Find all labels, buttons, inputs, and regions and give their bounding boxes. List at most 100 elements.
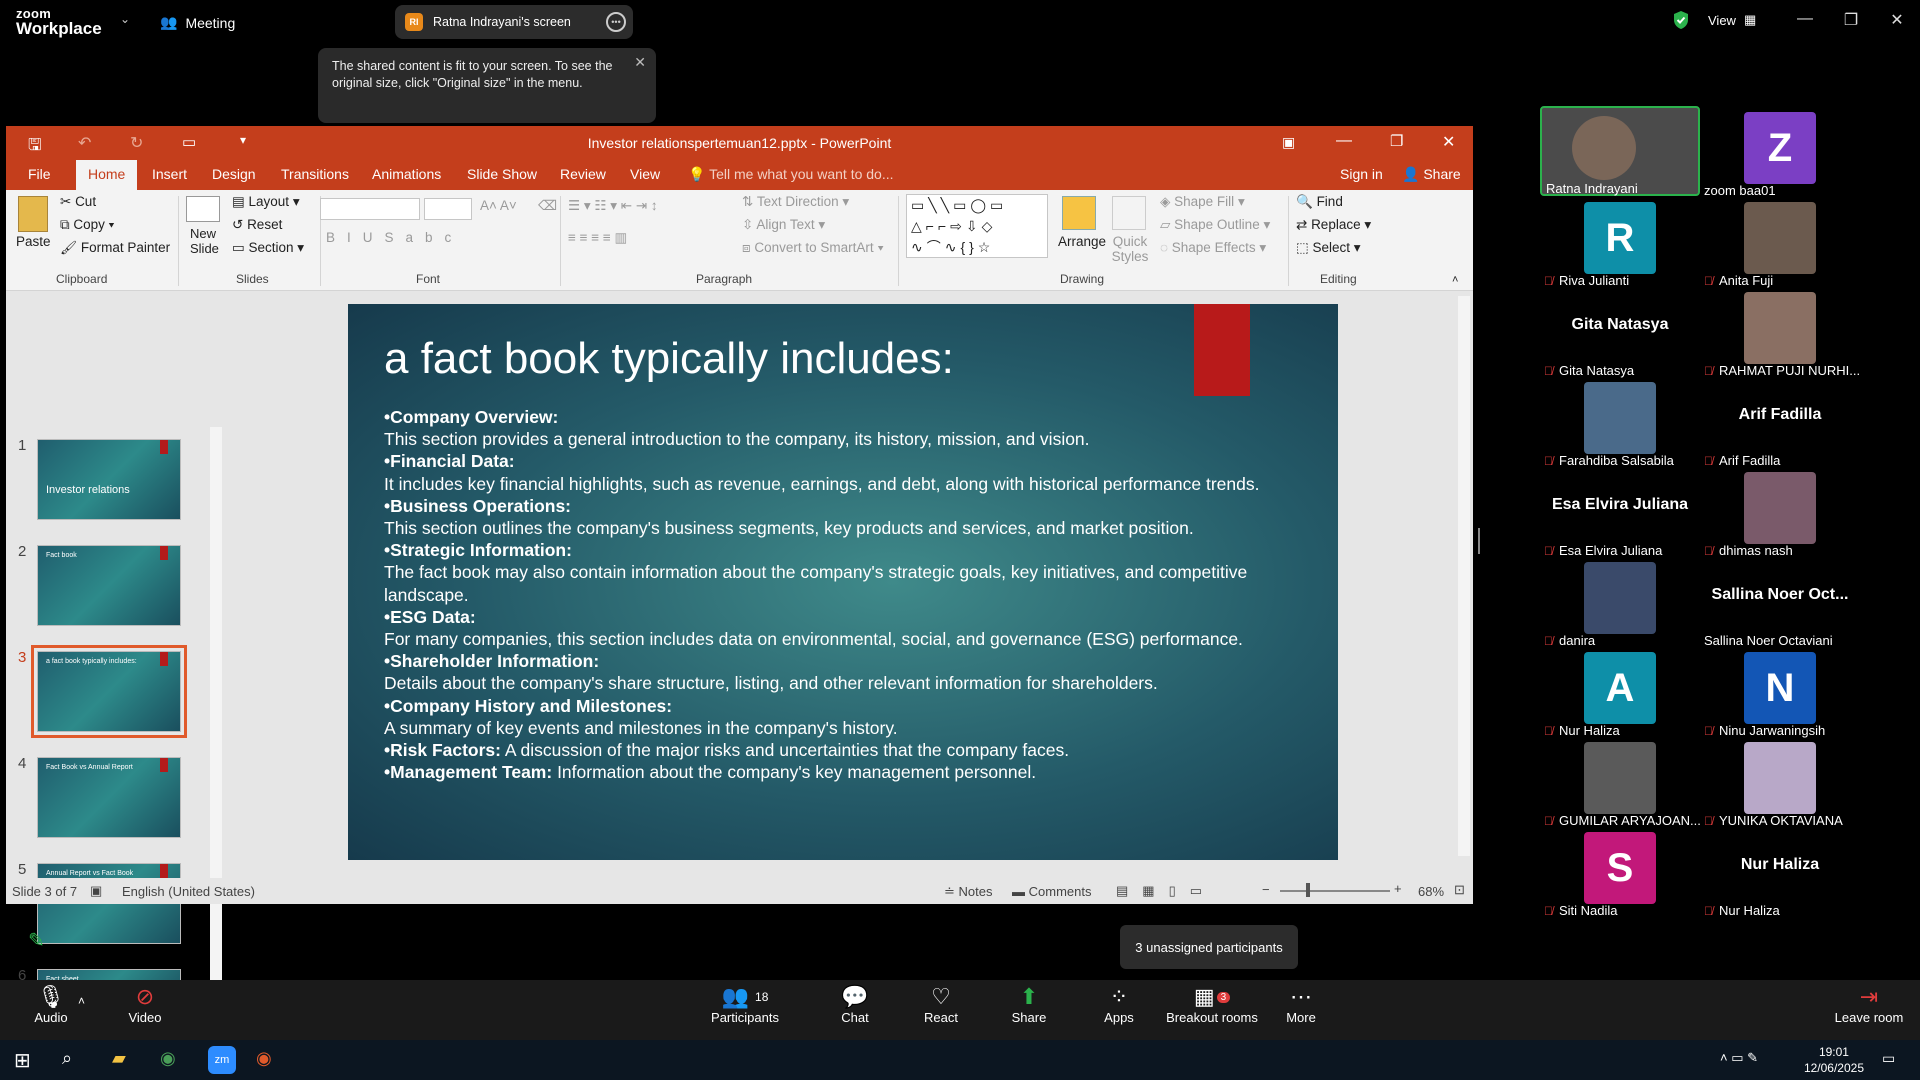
participant-tile[interactable]: 🎙̸ dhimas nash — [1700, 466, 1860, 558]
participant-tile[interactable]: R 🎙̸ Riva Julianti — [1540, 196, 1700, 288]
unassigned-participants-notice[interactable]: 3 unassigned participants — [1120, 925, 1298, 969]
windows-start-icon[interactable]: ⊞ — [14, 1048, 31, 1073]
find-button[interactable]: 🔍 Find — [1296, 194, 1343, 210]
participant-tile[interactable]: Zzoom baa01 — [1700, 106, 1860, 198]
tab-home[interactable]: Home — [76, 160, 138, 190]
participant-tile[interactable]: Gita Natasya 🎙̸ Gita Natasya — [1540, 286, 1700, 378]
layout-button[interactable]: ▤ Layout ▾ — [232, 194, 300, 210]
zoom-level[interactable]: 68% — [1418, 884, 1444, 899]
slide-title[interactable]: a fact book typically includes: — [384, 334, 954, 384]
breakout-rooms-button[interactable]: ▦ 3 Breakout rooms — [1164, 984, 1260, 1025]
shield-icon[interactable] — [1672, 10, 1690, 30]
reset-button[interactable]: ↺ Reset — [232, 217, 282, 233]
participant-tile[interactable]: 🎙̸ YUNIKA OKTAVIANA — [1700, 736, 1860, 828]
replace-button[interactable]: ⇄ Replace ▾ — [1296, 217, 1371, 233]
close-icon[interactable]: ✕ — [1882, 10, 1912, 30]
arrange-icon[interactable] — [1062, 196, 1096, 230]
search-icon[interactable]: ⌕ — [62, 1048, 72, 1069]
shapes-gallery[interactable]: ▭╲╲▭◯▭ △⌐⌐⇨⇩◇ ∿⌒∿{}☆ — [906, 194, 1048, 258]
bullets-icon[interactable]: ☰ ▾ ☷ ▾ ⇤ ⇥ ↕ — [568, 198, 658, 214]
shape-outline-button[interactable]: ▱ Shape Outline ▾ — [1160, 217, 1270, 233]
chat-button[interactable]: 💬 Chat — [810, 984, 900, 1025]
shape-fill-button[interactable]: ◈ Shape Fill ▾ — [1160, 194, 1245, 210]
system-clock[interactable]: 19:01 12/06/2025 — [1804, 1044, 1864, 1076]
format-painter-button[interactable]: 🖌 Format Painter — [60, 240, 170, 256]
tab-review[interactable]: Review — [560, 166, 606, 182]
tray-icons[interactable]: ˄ ▭ ✎ — [1720, 1050, 1758, 1066]
chevron-up-icon[interactable]: ˄ — [78, 994, 85, 1008]
tab-design[interactable]: Design — [212, 166, 256, 182]
participants-button[interactable]: 👥 18 Participants — [700, 984, 790, 1025]
chrome-icon[interactable]: ◉ — [256, 1048, 272, 1069]
tab-view[interactable]: View — [630, 166, 660, 182]
file-explorer-icon[interactable]: ▰ — [112, 1048, 126, 1069]
tab-transitions[interactable]: Transitions — [281, 166, 349, 182]
clear-formatting-icon[interactable]: ⌫ — [538, 198, 557, 214]
zoom-slider-thumb[interactable] — [1306, 883, 1310, 897]
chrome-icon[interactable]: ◉ — [160, 1048, 176, 1069]
ribbon-display-icon[interactable]: ▣ — [1282, 134, 1295, 151]
thumbnail-scrollbar[interactable] — [210, 427, 222, 1003]
slide-thumbnail-2[interactable]: Fact book — [37, 545, 181, 626]
align-text-button[interactable]: ⇳ Align Text ▾ — [742, 217, 825, 233]
zoom-in-icon[interactable]: + — [1394, 881, 1402, 896]
spellcheck-icon[interactable]: ▣ — [90, 883, 102, 899]
participant-tile[interactable]: S 🎙̸ Siti Nadila — [1540, 826, 1700, 918]
participant-tile[interactable]: Arif Fadilla 🎙̸ Arif Fadilla — [1700, 376, 1860, 468]
arrange-button[interactable]: Arrange — [1058, 234, 1106, 249]
slide-thumbnail-3[interactable]: a fact book typically includes: — [31, 645, 187, 738]
paste-button[interactable]: Paste — [16, 234, 51, 249]
font-name-select[interactable] — [320, 198, 420, 220]
participant-tile[interactable]: 🎙̸ Anita Fuji — [1700, 196, 1860, 288]
participant-tile[interactable]: A 🎙̸ Nur Haliza — [1540, 646, 1700, 738]
convert-smartart-button[interactable]: ⧈ Convert to SmartArt ▾ — [742, 240, 884, 256]
text-direction-button[interactable]: ⇅ Text Direction ▾ — [742, 194, 849, 210]
view-button[interactable]: View ▦ — [1708, 12, 1756, 28]
copy-button[interactable]: ⧉ Copy ▾ — [60, 217, 114, 233]
view-buttons[interactable]: ▤▦▯▭ — [1116, 883, 1216, 899]
quick-styles-icon[interactable] — [1112, 196, 1146, 230]
video-button[interactable]: ⊘ Video — [100, 984, 190, 1025]
shape-effects-button[interactable]: ◌ Shape Effects ▾ — [1160, 240, 1266, 256]
leave-room-button[interactable]: ⇥ Leave room — [1824, 984, 1914, 1025]
tab-animations[interactable]: Animations — [372, 166, 441, 182]
paste-icon[interactable] — [18, 196, 48, 232]
grow-font-icon[interactable]: A˄ A˅ — [480, 198, 517, 213]
minimize-icon[interactable]: — — [1336, 132, 1352, 150]
language-status[interactable]: English (United States) — [122, 884, 255, 899]
react-button[interactable]: ♡ React — [896, 984, 986, 1025]
participant-tile[interactable]: 🎙̸ GUMILAR ARYAJOAN... — [1540, 736, 1701, 828]
close-icon[interactable]: ✕ — [1442, 132, 1455, 152]
notification-icon[interactable]: ▭ — [1882, 1050, 1895, 1067]
participant-tile[interactable]: Ratna Indrayani — [1540, 106, 1700, 196]
font-size-select[interactable] — [424, 198, 472, 220]
font-style-buttons[interactable]: BIUSabc — [326, 230, 463, 245]
tell-me-box[interactable]: 💡 Tell me what you want to do... — [688, 166, 894, 183]
slide-canvas[interactable]: a fact book typically includes: •Company… — [348, 304, 1338, 860]
tab-insert[interactable]: Insert — [152, 166, 187, 182]
quick-styles-button[interactable]: Quick Styles — [1110, 234, 1150, 264]
tab-slide-show[interactable]: Slide Show — [467, 166, 537, 182]
slide-body[interactable]: •Company Overview: This section provides … — [384, 406, 1304, 783]
new-slide-icon[interactable] — [186, 196, 220, 222]
comments-button[interactable]: ▬ Comments — [1012, 884, 1091, 899]
share-button[interactable]: 👤 Share — [1402, 166, 1461, 183]
slide-thumbnail-1[interactable]: Investor relations — [37, 439, 181, 520]
participant-tile[interactable]: N 🎙̸ Ninu Jarwaningsih — [1700, 646, 1860, 738]
more-button[interactable]: ⋯ More — [1256, 984, 1346, 1025]
share-screen-button[interactable]: ⬆ Share — [984, 984, 1074, 1025]
notes-button[interactable]: ≐ Notes — [944, 884, 992, 900]
collapse-ribbon-icon[interactable]: ˄ — [1452, 274, 1458, 286]
zoom-app-icon[interactable]: zm — [208, 1046, 236, 1074]
maximize-icon[interactable]: ❐ — [1836, 10, 1866, 30]
align-icons[interactable]: ≡ ≡ ≡ ≡ ▥ — [568, 230, 627, 246]
zoom-slider[interactable] — [1280, 890, 1390, 892]
more-options-icon[interactable]: ••• — [606, 12, 626, 32]
participant-tile[interactable]: 🎙̸ RAHMAT PUJI NURHI... — [1700, 286, 1860, 378]
restore-icon[interactable]: ❐ — [1390, 132, 1403, 150]
slide-thumbnail-4[interactable]: Fact Book vs Annual Report — [37, 757, 181, 838]
select-button[interactable]: ⬚ Select ▾ — [1296, 240, 1361, 256]
close-icon[interactable]: ✕ — [634, 54, 646, 71]
apps-button[interactable]: ⁘ Apps — [1074, 984, 1164, 1025]
participant-tile[interactable]: 🎙̸ danira — [1540, 556, 1700, 648]
